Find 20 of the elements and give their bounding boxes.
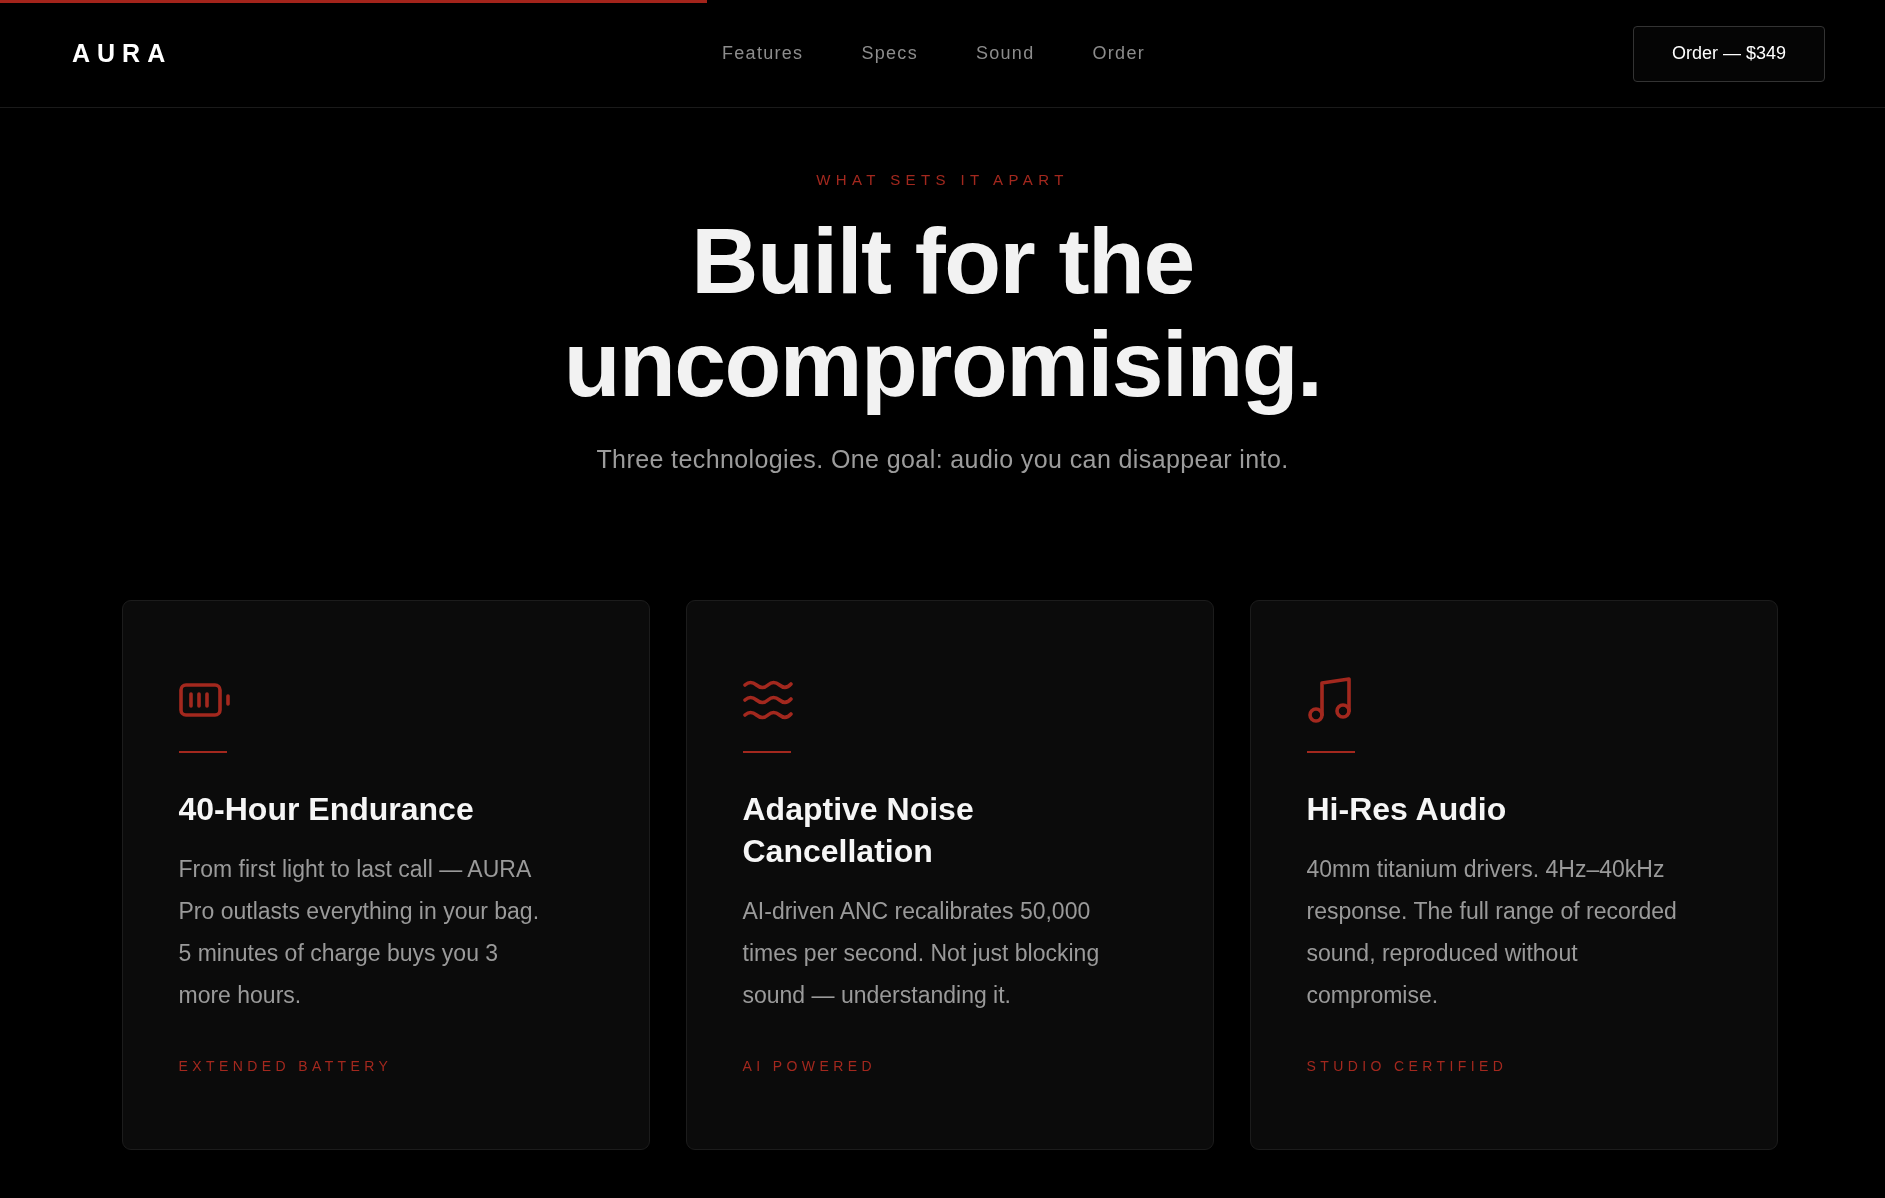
nav-link[interactable]: Features — [721, 43, 804, 64]
feature-tag: AI POWERED — [742, 1056, 876, 1076]
feature-title: Hi-Res Audio — [1306, 790, 1507, 829]
brand-logo[interactable]: AURA — [72, 39, 173, 68]
section-heading: Built for the uncompromising. — [562, 210, 1323, 416]
feature-title: 40-Hour Endurance — [178, 790, 474, 829]
section-subtitle: Three technologies. One goal: audio you can disappear into. — [596, 444, 1289, 474]
feature-description: From first light to last call — AURA Pro outlasts everything in your bag. 5 minutes of charge buys you 3 more hours. — [178, 855, 541, 1010]
battery-icon — [178, 683, 231, 717]
section-eyebrow: WHAT SETS IT APART — [816, 170, 1069, 190]
feature-tag: STUDIO CERTIFIED — [1306, 1056, 1508, 1076]
feature-title: Adaptive Noise Cancellation — [742, 790, 975, 871]
nav-link[interactable]: Sound — [975, 43, 1035, 64]
feature-description: AI-driven ANC recalibrates 50,000 times per second. Not just blocking sound — understanding it. — [742, 897, 1101, 1010]
feature-tag: EXTENDED BATTERY — [178, 1056, 393, 1076]
nav-link[interactable]: Order — [1092, 43, 1145, 64]
order-button[interactable]: Order — $349 — [1632, 25, 1825, 82]
waves-icon — [742, 679, 793, 721]
nav-link[interactable]: Specs — [861, 43, 918, 64]
feature-description: 40mm titanium drivers. 4Hz–40kHz response. The full range of recorded sound, reproduced without compromise. — [1306, 855, 1678, 1010]
